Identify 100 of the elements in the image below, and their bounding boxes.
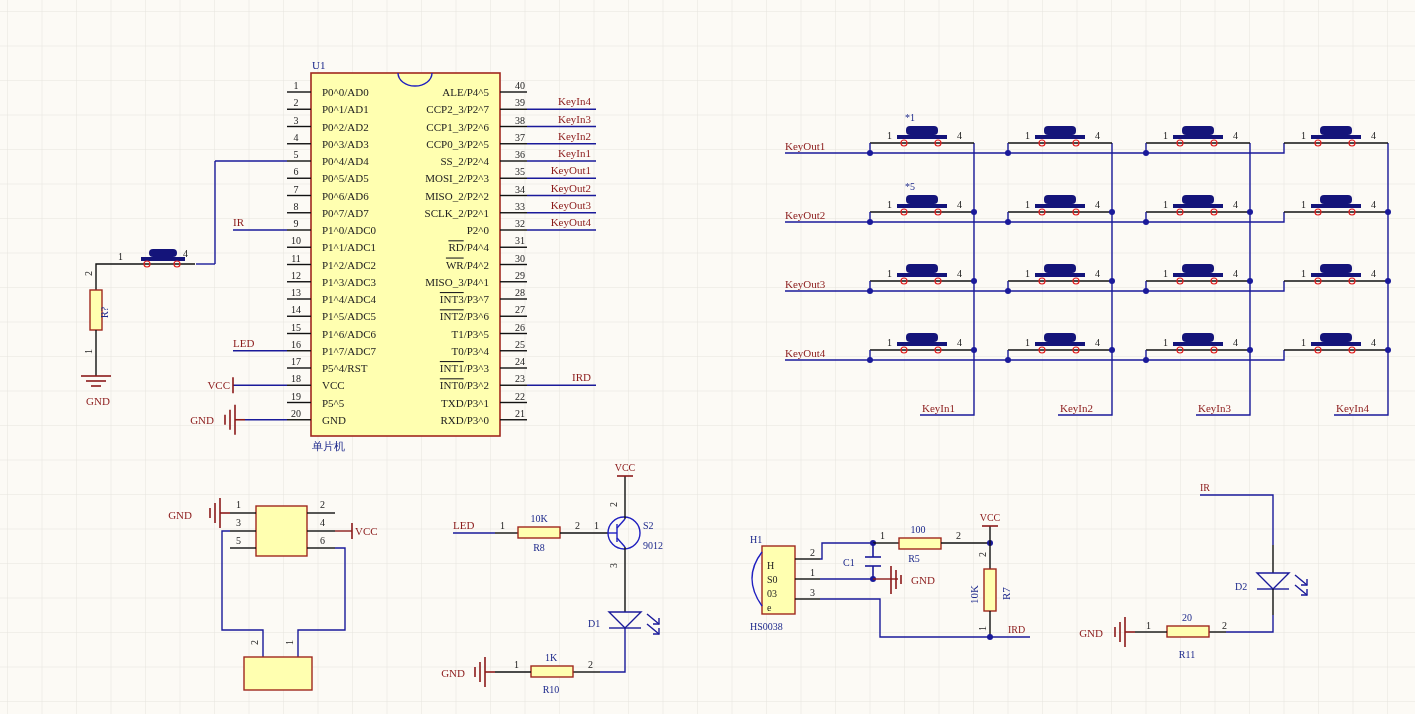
pin-number: 35 — [515, 166, 525, 178]
pin-number: 12 — [291, 269, 301, 281]
pin-number: 1 — [1025, 130, 1030, 141]
pin-name: GND — [322, 413, 346, 426]
pin-number: 5 — [293, 149, 299, 160]
transistor-symbol — [607, 516, 641, 550]
net-label: IRD — [1008, 624, 1026, 635]
pin-number: 40 — [515, 80, 525, 91]
led-symbol — [1255, 572, 1308, 596]
pin-number: 1 — [887, 337, 892, 348]
junction-dot — [1005, 357, 1011, 363]
sensor-dome — [751, 551, 763, 607]
resistor-symbol — [1166, 625, 1210, 638]
pin-lead — [286, 332, 312, 335]
resistor-symbol — [898, 537, 942, 550]
pin-lead — [499, 401, 528, 404]
pin-number: 2 — [575, 520, 580, 531]
pin-name: P0^1/AD1 — [322, 103, 369, 116]
ground-symbol — [80, 375, 112, 387]
pin-number: 2 — [83, 271, 94, 276]
pin-name: WR/P4^2 — [445, 258, 489, 271]
junction-dot — [987, 634, 993, 640]
pin-number: 1 — [1163, 337, 1168, 348]
pin-number: 4 — [320, 517, 325, 528]
part-value: 9012 — [643, 540, 663, 551]
net-label: IR — [1200, 482, 1210, 493]
net-label: GND — [86, 395, 110, 407]
net-label: GND — [911, 574, 935, 586]
pin-number: 4 — [1233, 199, 1238, 210]
net-label: LED — [233, 336, 255, 349]
pin-number: 4 — [1095, 268, 1100, 279]
pin-number: 1 — [1301, 199, 1306, 210]
pin-name: SS_2/P2^4 — [440, 155, 489, 167]
wire — [95, 329, 97, 377]
junction-dot — [987, 540, 993, 546]
pin-number: 3 — [810, 587, 815, 598]
wire — [526, 194, 597, 197]
pin-number: 3 — [293, 114, 299, 126]
junction-dot — [1143, 357, 1149, 363]
pin-number: 1 — [1163, 130, 1168, 141]
part-name: HS0038 — [750, 621, 783, 632]
net-label: IR — [233, 216, 244, 228]
pin-name: P0^6/AD6 — [322, 189, 369, 202]
part-designator: C1 — [843, 557, 855, 568]
pin-number: 4 — [183, 248, 188, 259]
pin-number: 33 — [515, 200, 525, 212]
body-label: H — [767, 560, 775, 571]
pin-number: 22 — [515, 390, 525, 402]
pin-number: 3 — [608, 563, 619, 568]
junction-dot — [867, 219, 873, 225]
pin-number: 15 — [291, 321, 301, 333]
pin-name: INT1/P3^3 — [439, 362, 489, 374]
junction-dot — [1109, 278, 1115, 284]
pin-number: 25 — [515, 338, 525, 350]
pin-number: 1 — [1025, 199, 1030, 210]
wire — [526, 108, 597, 110]
pin-name: P1^6/ADC6 — [322, 327, 377, 340]
ground-symbol — [1114, 616, 1136, 648]
part-designator: *5 — [905, 181, 915, 192]
ground-symbol — [224, 403, 246, 436]
part-designator: U1 — [312, 59, 326, 71]
net-label: LED — [453, 519, 475, 531]
pin-lead — [499, 263, 528, 266]
pin-number: 4 — [1233, 130, 1238, 141]
part-designator: R11 — [1178, 649, 1196, 660]
pin-name: P0^7/AD7 — [322, 206, 369, 219]
net-label: KeyIn4 — [558, 95, 591, 108]
net-label: KeyIn3 — [1198, 402, 1231, 414]
pin-number: 17 — [291, 356, 301, 367]
junction-dot — [1247, 347, 1253, 353]
pin-name: P1^1/ADC1 — [322, 241, 377, 254]
wire — [452, 532, 496, 534]
junction-dot — [971, 347, 977, 353]
pin-number: 13 — [291, 287, 301, 298]
pin-number: 4 — [957, 130, 962, 141]
part-designator: *1 — [905, 112, 915, 123]
part-value: 100 — [910, 524, 926, 535]
wire — [244, 419, 288, 421]
part-designator: R5 — [908, 553, 920, 564]
pin-number: 30 — [515, 252, 525, 264]
pin-lead — [499, 125, 528, 128]
pin-number: 31 — [515, 235, 525, 247]
ground-symbol — [890, 565, 902, 595]
body-label: e — [767, 602, 772, 613]
resistor-symbol — [983, 568, 997, 612]
net-label: KeyIn1 — [558, 147, 591, 159]
pin-name: P0^2/AD2 — [322, 120, 369, 133]
pin-number: 1 — [1301, 337, 1306, 348]
wire — [232, 229, 288, 231]
net-label: GND — [168, 509, 192, 521]
junction-dot — [1247, 209, 1253, 215]
pin-name: T1/P3^5 — [451, 327, 489, 340]
junction-dot — [971, 278, 977, 284]
net-label: VCC — [207, 379, 230, 392]
pin-number: 1 — [1301, 130, 1306, 141]
pin-number: 1 — [1163, 199, 1168, 210]
pin-lead — [499, 332, 528, 335]
pin-number: 4 — [1095, 337, 1100, 348]
pin-name: P0^0/AD0 — [322, 86, 369, 98]
pin-number: 1 — [810, 567, 815, 578]
